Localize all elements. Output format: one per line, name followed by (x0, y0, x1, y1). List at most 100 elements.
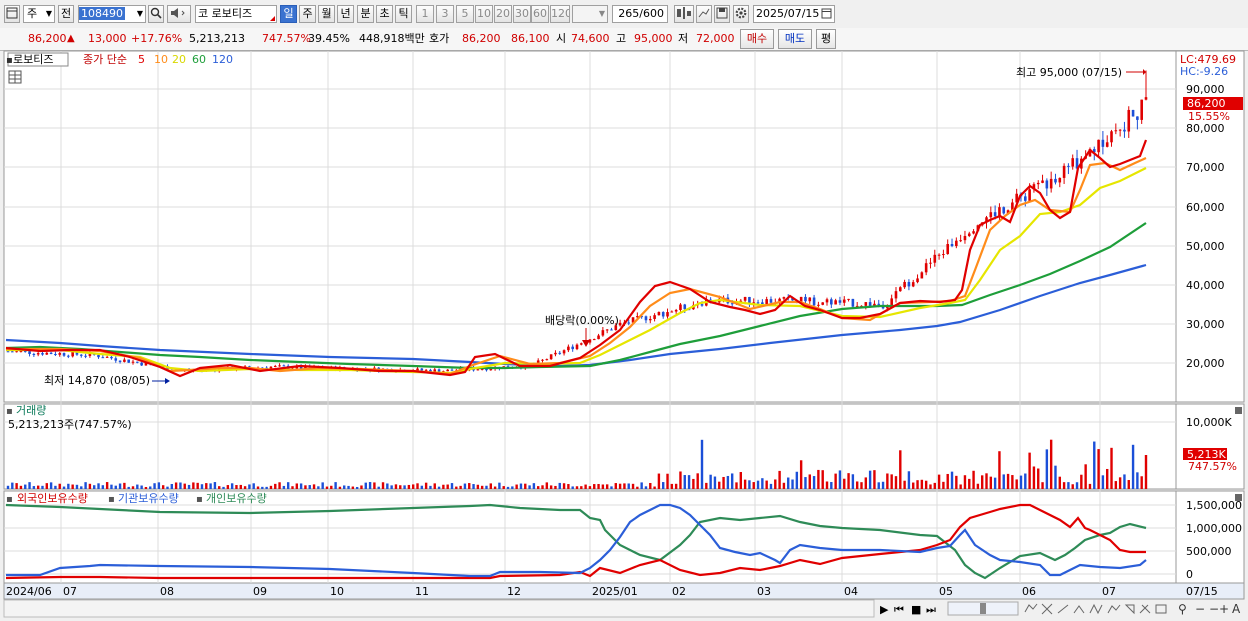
volume-bar (54, 485, 57, 489)
volume-bar (489, 483, 492, 489)
layout-icon[interactable] (4, 5, 20, 23)
volume-bar (627, 483, 630, 489)
candle-body (571, 346, 574, 350)
count-field[interactable]: 265/600 (612, 5, 668, 23)
candle-body (929, 262, 932, 264)
draw-line-icon[interactable] (696, 5, 712, 23)
y-tick-90000: 90,000 (1186, 83, 1225, 96)
volume-bar (75, 484, 79, 489)
tab-minute[interactable]: 분 (357, 5, 374, 23)
bid-price: 86,100 (511, 32, 550, 45)
volume-bar (769, 483, 773, 489)
interval-10[interactable]: 10 (475, 5, 493, 23)
date-picker[interactable]: 2025/07/15 (753, 5, 835, 23)
magnifier-icon[interactable]: ⚲ (1178, 602, 1187, 616)
interval-select[interactable]: ▼ (572, 5, 608, 23)
candle-body (6, 351, 10, 353)
scroll-last-icon[interactable]: ⏭ (926, 603, 936, 616)
volume-bar (588, 486, 592, 489)
trend-tool-icon[interactable] (1024, 603, 1038, 613)
font-size-icon[interactable]: A (1232, 602, 1241, 616)
save-icon[interactable] (714, 5, 730, 23)
volume-bar (782, 482, 786, 489)
calendar-icon[interactable] (821, 7, 832, 22)
volume-bar (312, 484, 316, 489)
candle-body (67, 355, 70, 357)
tab-yearly[interactable]: 년 (337, 5, 354, 23)
interval-60[interactable]: 60 (531, 5, 549, 23)
zoom-in-icon[interactable]: + (1219, 602, 1229, 616)
candle-body (84, 355, 87, 357)
candle-body (1114, 130, 1118, 132)
volume-bar (968, 478, 971, 489)
search-icon[interactable] (148, 5, 164, 23)
eval-button[interactable]: 평 (816, 29, 836, 49)
stop-icon[interactable]: ■ (911, 603, 921, 616)
volume-bar (873, 470, 876, 489)
holdings-panel-close-icon[interactable] (1235, 494, 1242, 501)
candle-body (123, 359, 126, 362)
wave-tool-icon[interactable] (1107, 604, 1121, 614)
tab-daily[interactable]: 일 (280, 5, 297, 23)
stock-code-input[interactable]: 108490 ▼ (78, 5, 146, 23)
interval-1[interactable]: 1 (416, 5, 434, 23)
interval-5[interactable]: 5 (456, 5, 474, 23)
zoom-out-minus-icon[interactable]: − (1209, 602, 1219, 616)
volume-bar (476, 484, 480, 489)
box-tool-icon[interactable] (1155, 604, 1167, 614)
market-select[interactable]: 주 ▼ (23, 5, 55, 23)
interval-20[interactable]: 20 (494, 5, 512, 23)
candle-body (601, 330, 605, 336)
ask-price: 86,200 (462, 32, 501, 45)
gear-icon[interactable] (733, 5, 749, 23)
candle-body (45, 352, 49, 355)
volume-bar (248, 484, 251, 489)
interval-120[interactable]: 120 (550, 5, 570, 23)
line-tool-icon[interactable] (1057, 604, 1069, 614)
sell-button[interactable]: 매도 (778, 29, 812, 49)
volume-bar (472, 484, 475, 489)
eraser-tool-icon[interactable] (1139, 604, 1151, 614)
candle-body (825, 299, 829, 303)
candle-body (592, 339, 596, 341)
volume-bar (93, 485, 96, 489)
volume-bar (32, 486, 36, 489)
x-label-11: 05 (939, 585, 953, 598)
interval-30[interactable]: 30 (513, 5, 531, 23)
tab-tick[interactable]: 틱 (395, 5, 412, 23)
stock-chart[interactable]: 로보티즈 ▪ 종가 단순 5 10 20 60 120 LC:479.69 HC… (0, 50, 1248, 621)
zigzag-tool-icon[interactable] (1089, 603, 1103, 615)
fib-tool-icon[interactable] (1124, 604, 1135, 615)
volume-bar (493, 486, 497, 489)
candle-body (23, 351, 27, 353)
period-button[interactable]: 전 (58, 5, 74, 23)
volume-bar (394, 484, 398, 489)
scroll-right-icon[interactable]: ▶ (880, 603, 889, 616)
chart-scrollbar[interactable] (3, 599, 875, 618)
x-label-6: 12 (507, 585, 521, 598)
volume-bar (1011, 475, 1014, 489)
tab-second[interactable]: 초 (376, 5, 393, 23)
tab-weekly[interactable]: 주 (299, 5, 316, 23)
volume-panel-close-icon[interactable] (1235, 407, 1242, 414)
volume-bar (855, 481, 859, 489)
interval-3[interactable]: 3 (436, 5, 454, 23)
volume-bar (110, 484, 113, 489)
candle-body (140, 362, 143, 366)
volume-bar (881, 481, 885, 489)
tab-monthly[interactable]: 월 (318, 5, 335, 23)
buy-button[interactable]: 매수 (740, 29, 774, 49)
angle-tool-icon[interactable] (1073, 605, 1085, 614)
volume-bar (200, 484, 204, 489)
cross-tool-icon[interactable] (1041, 603, 1053, 615)
volume-bar (726, 475, 730, 489)
zoom-out-icon[interactable]: − (1195, 602, 1205, 616)
chart-tools-icon[interactable] (674, 5, 694, 23)
candle-body (821, 302, 825, 305)
volume-bar (282, 485, 286, 489)
stock-name-field[interactable]: 코 로보티즈 (195, 5, 277, 23)
legend-individual: 개인보유수량 (206, 492, 267, 505)
scroll-first-icon[interactable]: ⏮ (894, 603, 904, 616)
last-price-pct: 15.55% (1188, 110, 1230, 123)
sound-icon[interactable] (167, 5, 191, 23)
